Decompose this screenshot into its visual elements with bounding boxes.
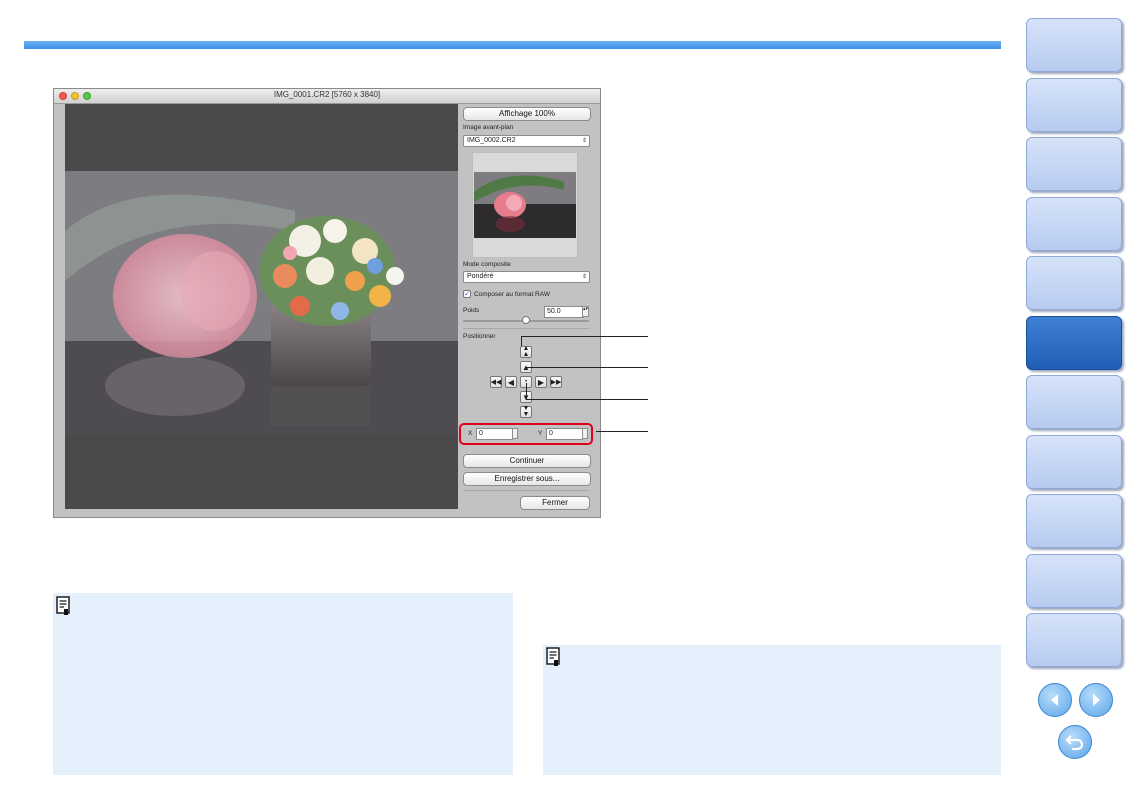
note-icon	[56, 596, 70, 615]
callout-line-fast-move	[521, 336, 648, 337]
next-page-button[interactable]	[1079, 683, 1113, 717]
callout-line-reset	[526, 399, 648, 400]
prev-page-button[interactable]	[1038, 683, 1072, 717]
chapter-tab[interactable]	[1026, 435, 1122, 489]
weight-slider-thumb[interactable]	[522, 316, 530, 324]
double-up-arrow-icon: ▲ ▲	[522, 345, 530, 358]
raw-checkbox-label: Composer au format RAW	[474, 291, 550, 298]
divider	[463, 328, 589, 329]
callout-line-move	[526, 367, 648, 368]
position-label: Positionner	[463, 333, 496, 340]
window-titlebar: IMG_0001.CR2 [5760 x 3840]	[54, 89, 600, 104]
double-left-arrow-icon: ◀◀	[490, 379, 502, 386]
note-box-left	[53, 593, 513, 775]
callout-line-coordinates	[596, 431, 648, 432]
move-right-button[interactable]: ▶	[535, 376, 547, 388]
foreground-thumbnail-frame	[472, 152, 578, 258]
double-down-arrow-icon: ▼ ▼	[522, 405, 530, 418]
x-stepper[interactable]	[512, 428, 518, 439]
x-field[interactable]: 0	[476, 428, 513, 440]
move-left-button[interactable]: ◀	[505, 376, 517, 388]
continue-button[interactable]: Continuer	[463, 454, 591, 468]
weight-label: Poids	[463, 307, 480, 314]
foreground-label: Image avant-plan	[463, 124, 514, 131]
foreground-thumbnail	[474, 172, 576, 238]
foreground-select-value: IMG_0002.CR2	[467, 137, 516, 144]
save-as-button[interactable]: Enregistrer sous...	[463, 472, 591, 486]
foreground-select[interactable]: IMG_0002.CR2 ⇕	[463, 135, 590, 147]
raw-checkbox[interactable]: ✓	[463, 290, 471, 298]
composite-mode-label: Mode composite	[463, 261, 511, 268]
header-bar	[24, 41, 1001, 49]
chapter-tab[interactable]	[1026, 78, 1122, 132]
x-label: X	[468, 430, 473, 437]
callout-line-reset-stem	[526, 383, 527, 399]
weight-field[interactable]: 50.0	[544, 306, 584, 318]
double-right-arrow-icon: ▶▶	[550, 379, 562, 386]
next-page-icon	[1093, 694, 1100, 706]
move-up-fast-button[interactable]: ▲ ▲	[520, 345, 532, 358]
return-button[interactable]	[1058, 725, 1092, 759]
move-down-fast-button[interactable]: ▼ ▼	[520, 405, 532, 418]
y-stepper[interactable]	[582, 428, 588, 439]
y-label: Y	[538, 430, 543, 437]
composite-mode-select[interactable]: Pondéré ⇕	[463, 271, 590, 283]
view-100-button[interactable]: Affichage 100%	[463, 107, 591, 121]
y-field[interactable]: 0	[546, 428, 583, 440]
right-arrow-icon: ▶	[537, 377, 545, 387]
select-caret-icon: ⇕	[581, 274, 587, 280]
chapter-tab[interactable]	[1026, 137, 1122, 191]
compositing-window: IMG_0001.CR2 [5760 x 3840] Affichage 100…	[53, 88, 601, 518]
select-caret-icon: ⇕	[581, 138, 587, 144]
divider	[463, 490, 589, 491]
chapter-tab[interactable]	[1026, 18, 1122, 72]
chapter-tab[interactable]	[1026, 256, 1122, 310]
callout-line-fast-move-stem	[521, 336, 522, 346]
chapter-tab-active[interactable]	[1026, 316, 1122, 370]
left-arrow-icon: ◀	[507, 377, 515, 387]
return-icon	[1065, 735, 1084, 751]
move-right-fast-button[interactable]: ▶▶	[550, 376, 562, 388]
settings-panel: Affichage 100% Image avant-plan IMG_0002…	[458, 104, 600, 519]
preview-canvas[interactable]	[65, 104, 458, 509]
chapter-tab[interactable]	[1026, 554, 1122, 608]
chapter-tab[interactable]	[1026, 613, 1122, 667]
prev-page-icon	[1051, 694, 1058, 706]
composite-mode-value: Pondéré	[467, 273, 494, 280]
composite-preview-image	[65, 171, 458, 434]
window-title: IMG_0001.CR2 [5760 x 3840]	[273, 90, 381, 99]
chapter-tab[interactable]	[1026, 197, 1122, 251]
x-value: 0	[479, 430, 483, 437]
close-button[interactable]: Fermer	[520, 496, 590, 510]
note-box-right	[543, 645, 1001, 775]
move-left-fast-button[interactable]: ◀◀	[490, 376, 502, 388]
note-icon	[546, 647, 560, 666]
weight-stepper[interactable]: ▴▾	[582, 306, 589, 317]
weight-value: 50.0	[547, 308, 561, 315]
y-value: 0	[549, 430, 553, 437]
chapter-tab[interactable]	[1026, 494, 1122, 548]
chapter-tab[interactable]	[1026, 375, 1122, 429]
